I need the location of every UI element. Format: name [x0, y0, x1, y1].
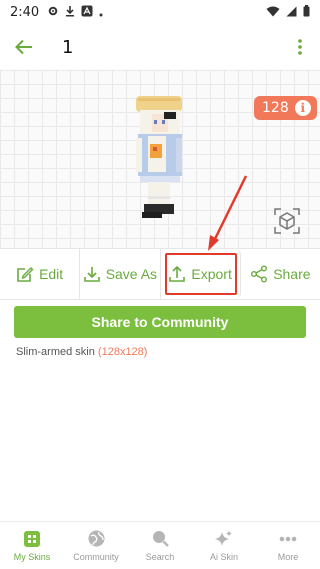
skin-info: Slim-armed skin (128x128) — [16, 346, 147, 358]
bottom-navigation: My Skins Community Search Ai Skin More — [0, 521, 320, 569]
info-icon[interactable]: i — [294, 100, 311, 116]
search-icon — [151, 530, 169, 548]
nav-ai-skin-label: Ai Skin — [209, 551, 238, 562]
share-button[interactable]: Share — [241, 249, 320, 299]
count-badge[interactable]: 128 i — [254, 96, 317, 120]
skin-preview[interactable]: 128 i — [0, 70, 320, 248]
nav-search[interactable]: Search — [128, 522, 192, 569]
nav-my-skins-label: My Skins — [13, 551, 51, 562]
nav-community[interactable]: Community — [64, 522, 128, 569]
share-to-community-button[interactable]: Share to Community — [14, 306, 306, 338]
nav-more-label: More — [277, 551, 299, 562]
arrow-left-icon — [15, 39, 32, 55]
download-notification-icon — [65, 5, 75, 20]
nav-search-label: Search — [145, 551, 175, 562]
vertical-dots-icon — [298, 39, 302, 55]
signal-icon — [286, 5, 297, 20]
more-icon — [279, 530, 297, 548]
status-time: 2:40 — [10, 4, 40, 20]
share-label: Share — [273, 266, 311, 282]
ar-view-button[interactable] — [272, 206, 302, 236]
edit-label: Edit — [39, 266, 64, 282]
status-bar: 2:40 — [0, 0, 320, 24]
share-icon — [251, 265, 268, 283]
wifi-icon — [266, 5, 280, 20]
skin-type: Slim-armed skin — [16, 346, 95, 358]
small-dot-icon — [99, 5, 103, 20]
skin-size: (128x128) — [97, 346, 148, 358]
back-button[interactable] — [0, 24, 48, 70]
globe-icon — [87, 530, 105, 548]
page-title: 1 — [62, 36, 74, 58]
cube-icon — [274, 208, 300, 234]
grid-icon — [23, 530, 41, 548]
more-options-button[interactable] — [280, 24, 320, 70]
nav-more[interactable]: More — [256, 522, 320, 569]
nav-ai-skin[interactable]: Ai Skin — [192, 522, 256, 569]
save-as-button[interactable]: Save As — [80, 249, 161, 299]
skin-model[interactable] — [128, 92, 198, 236]
edit-icon — [17, 267, 34, 282]
gear-icon — [47, 5, 59, 20]
app-notification-icon — [81, 5, 93, 20]
download-icon — [83, 267, 100, 282]
badge-count: 128 — [262, 100, 289, 116]
export-button[interactable]: Export — [161, 249, 241, 299]
edit-button[interactable]: Edit — [0, 249, 81, 299]
sparkle-icon — [215, 530, 233, 548]
export-label: Export — [191, 266, 232, 282]
action-bar: Edit Save As Export Share — [0, 248, 320, 300]
app-bar: 1 — [0, 24, 320, 70]
nav-community-label: Community — [73, 551, 119, 562]
nav-my-skins[interactable]: My Skins — [0, 522, 64, 569]
save-as-label: Save As — [105, 266, 158, 282]
battery-icon — [303, 4, 310, 20]
upload-icon — [169, 265, 186, 282]
